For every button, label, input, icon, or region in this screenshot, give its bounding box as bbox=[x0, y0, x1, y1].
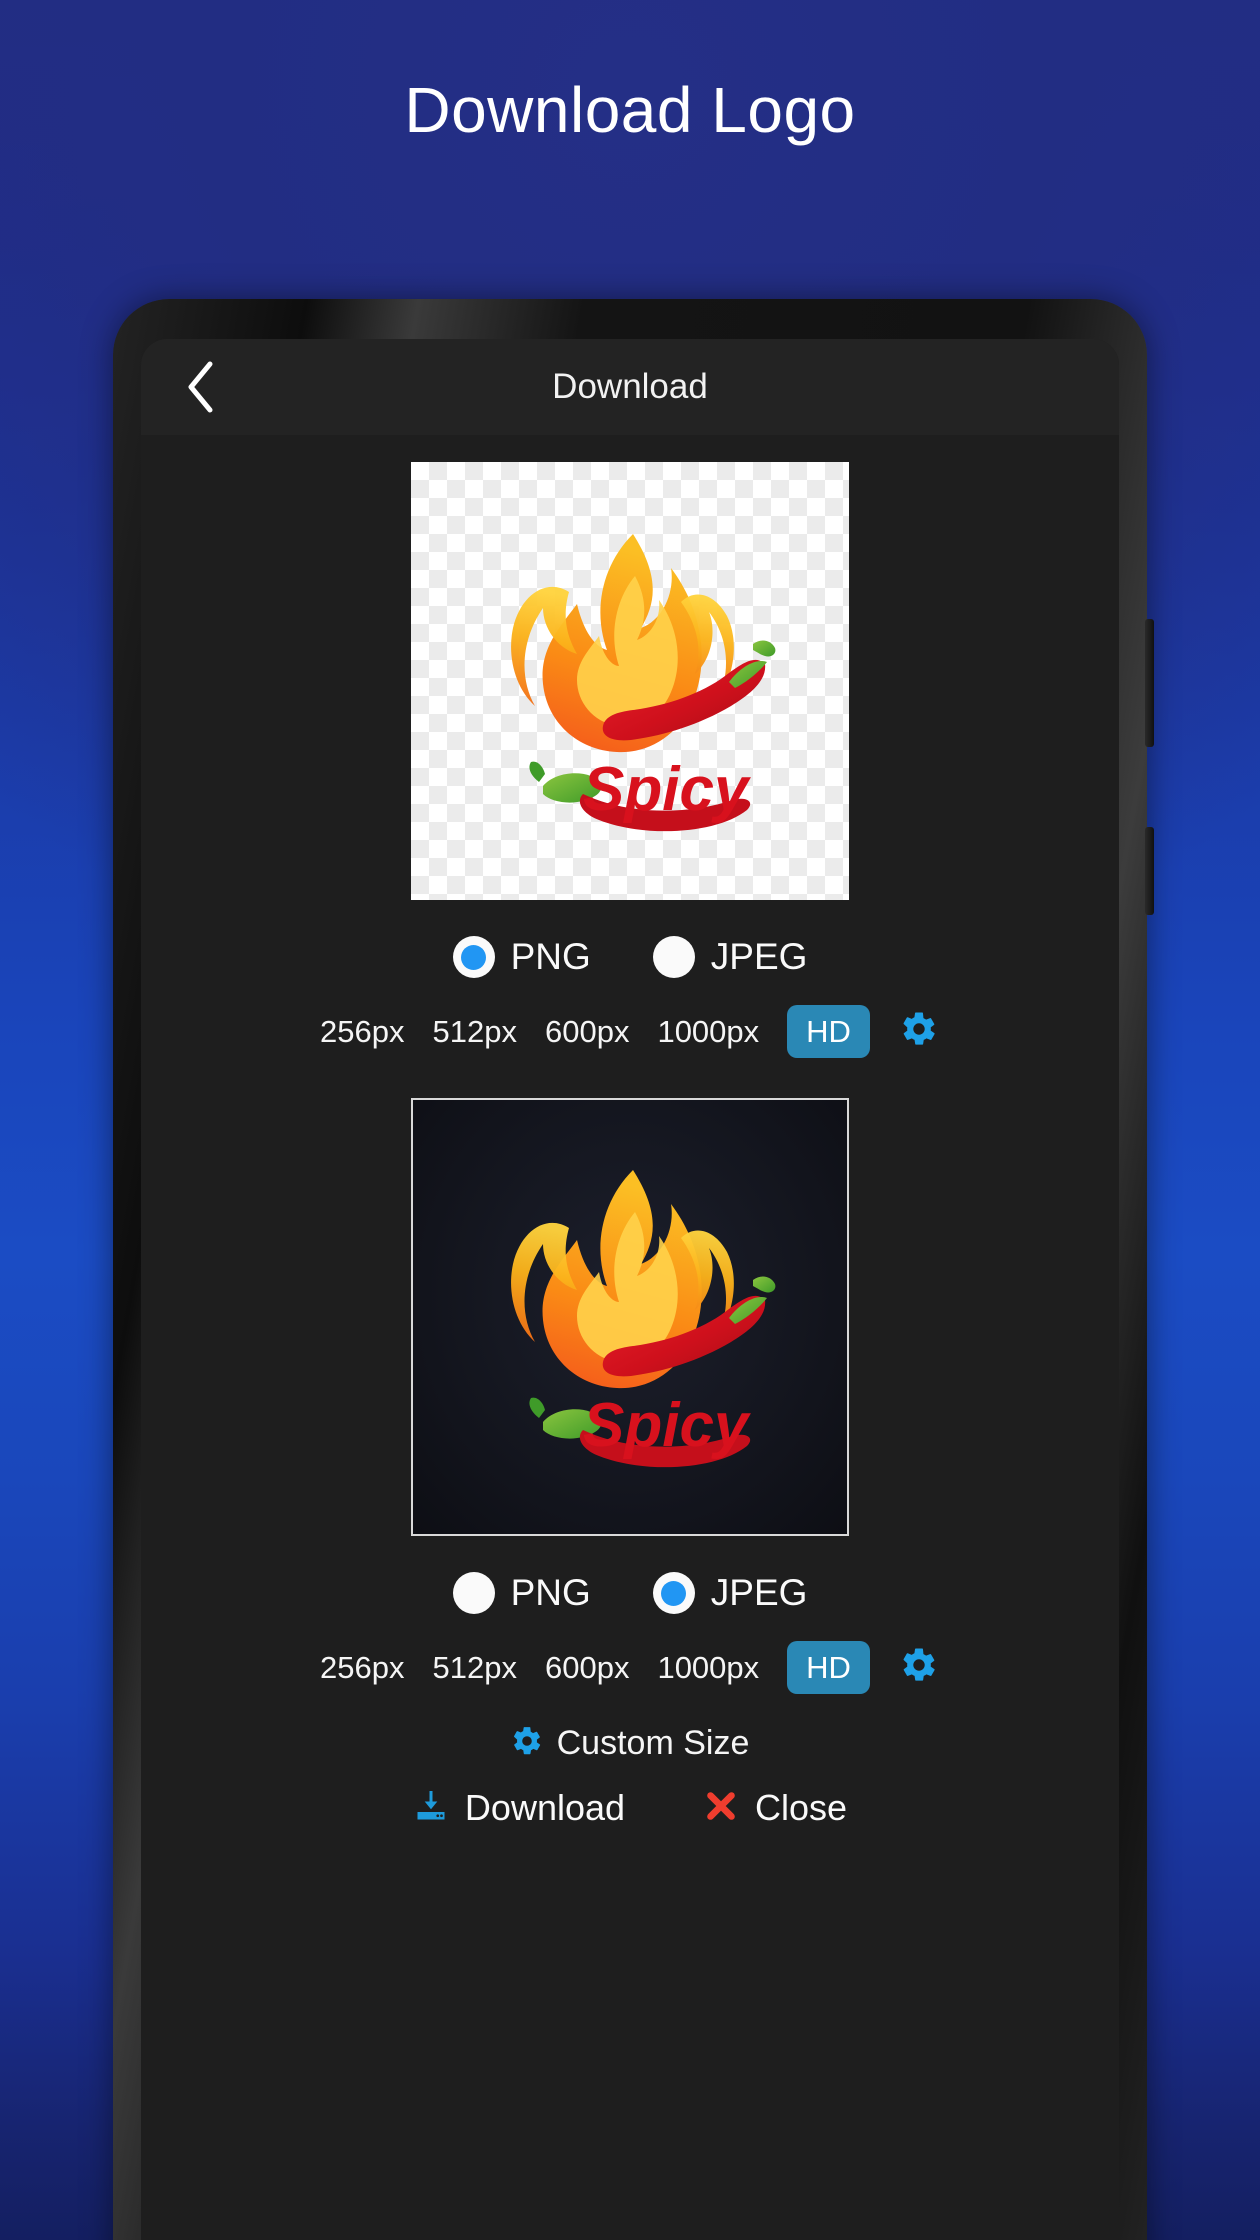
custom-size-label: Custom Size bbox=[556, 1724, 750, 1762]
pepper-stem bbox=[753, 640, 776, 657]
png-section-format-row: PNG JPEG bbox=[141, 936, 1119, 978]
png-preview-card[interactable]: Spicy bbox=[411, 462, 849, 900]
logo-image-dark: Spicy bbox=[413, 1100, 847, 1534]
app-bar-title: Download bbox=[552, 367, 708, 406]
size-option-600[interactable]: 600px bbox=[545, 1014, 629, 1050]
spicy-logo-icon: Spicy bbox=[511, 534, 776, 832]
action-row: Download Close bbox=[141, 1787, 1119, 1829]
jpeg-preview-card[interactable]: Spicy bbox=[411, 1098, 849, 1536]
close-x-icon bbox=[703, 1788, 739, 1829]
jpeg-preview-wrapper: Spicy bbox=[141, 1098, 1119, 1536]
size-option-hd[interactable]: HD bbox=[787, 1005, 870, 1058]
logo-image-transparent: Spicy bbox=[411, 462, 849, 900]
promo-title: Download Logo bbox=[404, 74, 856, 146]
size-option-256[interactable]: 256px bbox=[320, 1014, 404, 1050]
radio-jpeg[interactable] bbox=[652, 936, 695, 978]
download-icon bbox=[413, 1788, 449, 1829]
format-option-png-2[interactable]: PNG bbox=[452, 1572, 591, 1614]
download-button[interactable]: Download bbox=[413, 1787, 625, 1829]
logo-wordmark: Spicy bbox=[583, 755, 752, 824]
phone-volume-button[interactable] bbox=[1145, 619, 1154, 747]
pepper-stem-dark bbox=[753, 1276, 776, 1293]
small-pepper-stem-dark bbox=[529, 1397, 545, 1418]
format-label-png-2: PNG bbox=[510, 1572, 591, 1613]
gear-icon bbox=[900, 1010, 938, 1053]
gear-icon bbox=[511, 1725, 543, 1762]
png-section-sizes-row: 256px 512px 600px 1000px HD bbox=[141, 1005, 1119, 1058]
gear-icon bbox=[900, 1646, 938, 1689]
phone-frame: Download Spicy PNG JPEG 256px 512px 600p… bbox=[113, 299, 1154, 2240]
radio-png[interactable] bbox=[452, 936, 495, 978]
size-option-512[interactable]: 512px bbox=[433, 1014, 517, 1050]
format-label-jpeg-2: JPEG bbox=[710, 1572, 808, 1613]
phone-power-button[interactable] bbox=[1145, 827, 1154, 915]
phone-screen: Download Spicy PNG JPEG 256px 512px 600p… bbox=[141, 339, 1119, 2240]
size-option-256-2[interactable]: 256px bbox=[320, 1650, 404, 1686]
jpeg-section-format-row: PNG JPEG bbox=[141, 1572, 1119, 1614]
close-button[interactable]: Close bbox=[703, 1787, 847, 1829]
chevron-left-icon bbox=[185, 361, 215, 413]
radio-png-2[interactable] bbox=[452, 1572, 495, 1614]
radio-jpeg-2[interactable] bbox=[652, 1572, 695, 1614]
format-label-png: PNG bbox=[510, 936, 591, 977]
spicy-logo-icon-dark: Spicy bbox=[511, 1170, 776, 1468]
format-option-png[interactable]: PNG bbox=[452, 936, 591, 978]
download-content: Spicy PNG JPEG 256px 512px 600px 1000px … bbox=[141, 462, 1119, 1839]
flame-inner bbox=[577, 576, 678, 727]
jpeg-settings-button[interactable] bbox=[898, 1647, 940, 1689]
flame-inner-dark bbox=[577, 1212, 678, 1363]
png-preview-wrapper: Spicy bbox=[141, 462, 1119, 900]
size-option-1000-2[interactable]: 1000px bbox=[657, 1650, 759, 1686]
format-option-jpeg[interactable]: JPEG bbox=[652, 936, 808, 978]
close-label: Close bbox=[755, 1787, 848, 1828]
size-option-1000[interactable]: 1000px bbox=[657, 1014, 759, 1050]
format-option-jpeg-2[interactable]: JPEG bbox=[652, 1572, 808, 1614]
size-option-hd-2[interactable]: HD bbox=[787, 1641, 870, 1694]
size-option-512-2[interactable]: 512px bbox=[433, 1650, 517, 1686]
custom-size-button[interactable]: Custom Size bbox=[141, 1724, 1119, 1763]
size-option-600-2[interactable]: 600px bbox=[545, 1650, 629, 1686]
back-button[interactable] bbox=[171, 358, 229, 416]
png-settings-button[interactable] bbox=[898, 1011, 940, 1053]
format-label-jpeg: JPEG bbox=[710, 936, 808, 977]
small-pepper-stem bbox=[529, 761, 545, 782]
app-bar: Download bbox=[141, 339, 1119, 435]
jpeg-section-sizes-row: 256px 512px 600px 1000px HD bbox=[141, 1641, 1119, 1694]
logo-wordmark-dark: Spicy bbox=[583, 1391, 752, 1460]
download-label: Download bbox=[464, 1787, 626, 1828]
